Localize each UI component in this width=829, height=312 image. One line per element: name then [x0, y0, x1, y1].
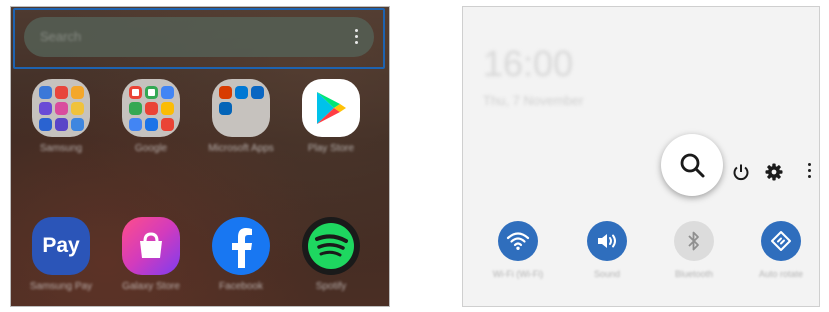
app-folder-microsoft[interactable]: Microsoft Apps	[201, 79, 281, 155]
app-folder-google[interactable]: Google	[111, 79, 191, 155]
toggle-wifi[interactable]: Wi-Fi (Wi-Fi)	[478, 221, 558, 280]
toggle-auto-rotate[interactable]: Auto rotate	[741, 221, 819, 280]
app-label: Play Store	[307, 143, 355, 154]
bluetooth-icon	[674, 221, 714, 261]
app-galaxy-store[interactable]: Galaxy Store	[111, 217, 191, 293]
toggle-label: Sound	[593, 269, 621, 279]
app-label: Samsung Pay	[29, 281, 93, 292]
app-label: Spotify	[315, 281, 347, 292]
search-icon	[680, 153, 705, 178]
wifi-icon	[498, 221, 538, 261]
app-label: Microsoft Apps	[208, 143, 274, 154]
toggle-bluetooth[interactable]: Bluetooth	[654, 221, 734, 280]
app-play-store[interactable]: Play Store	[291, 79, 371, 155]
toggle-label: Bluetooth	[674, 269, 714, 279]
samsung-pay-icon: Pay	[32, 217, 90, 275]
more-options-icon[interactable]	[807, 163, 811, 181]
app-folder-samsung[interactable]: Samsung	[21, 79, 101, 155]
app-label: Google	[134, 143, 168, 154]
home-screen: Search Samsung Google Microsoft Apps Pla…	[10, 6, 390, 307]
toggle-label: Auto rotate	[758, 269, 804, 279]
app-label: Facebook	[219, 281, 263, 292]
clock-date: Thu, 7 November	[483, 93, 584, 108]
galaxy-store-icon	[122, 217, 180, 275]
gear-icon	[765, 163, 783, 181]
app-label: Samsung	[39, 143, 83, 154]
settings-button[interactable]	[764, 162, 784, 182]
search-button[interactable]	[661, 134, 723, 196]
clock-time: 16:00	[483, 43, 574, 84]
play-store-icon	[302, 79, 360, 137]
search-placeholder: Search	[40, 29, 82, 44]
facebook-icon	[212, 217, 270, 275]
auto-rotate-icon	[761, 221, 801, 261]
samsung-folder-icon	[32, 79, 90, 137]
app-spotify[interactable]: Spotify	[291, 217, 371, 293]
finder-search-bar[interactable]: Search	[24, 17, 374, 57]
google-folder-icon	[122, 79, 180, 137]
toggle-label: Wi-Fi (Wi-Fi)	[492, 269, 544, 279]
power-button[interactable]	[731, 162, 751, 182]
spotify-icon	[302, 217, 360, 275]
sound-icon	[587, 221, 627, 261]
app-facebook[interactable]: Facebook	[201, 217, 281, 293]
app-samsung-pay[interactable]: Pay Samsung Pay	[21, 217, 101, 293]
notification-panel: 16:00 Thu, 7 November Wi-Fi (Wi-Fi) Soun…	[462, 6, 820, 307]
more-options-icon[interactable]	[354, 29, 358, 45]
microsoft-folder-icon	[212, 79, 270, 137]
app-label: Galaxy Store	[122, 281, 180, 292]
pay-icon-text: Pay	[42, 234, 80, 257]
power-icon	[733, 164, 749, 181]
toggle-sound[interactable]: Sound	[567, 221, 647, 280]
